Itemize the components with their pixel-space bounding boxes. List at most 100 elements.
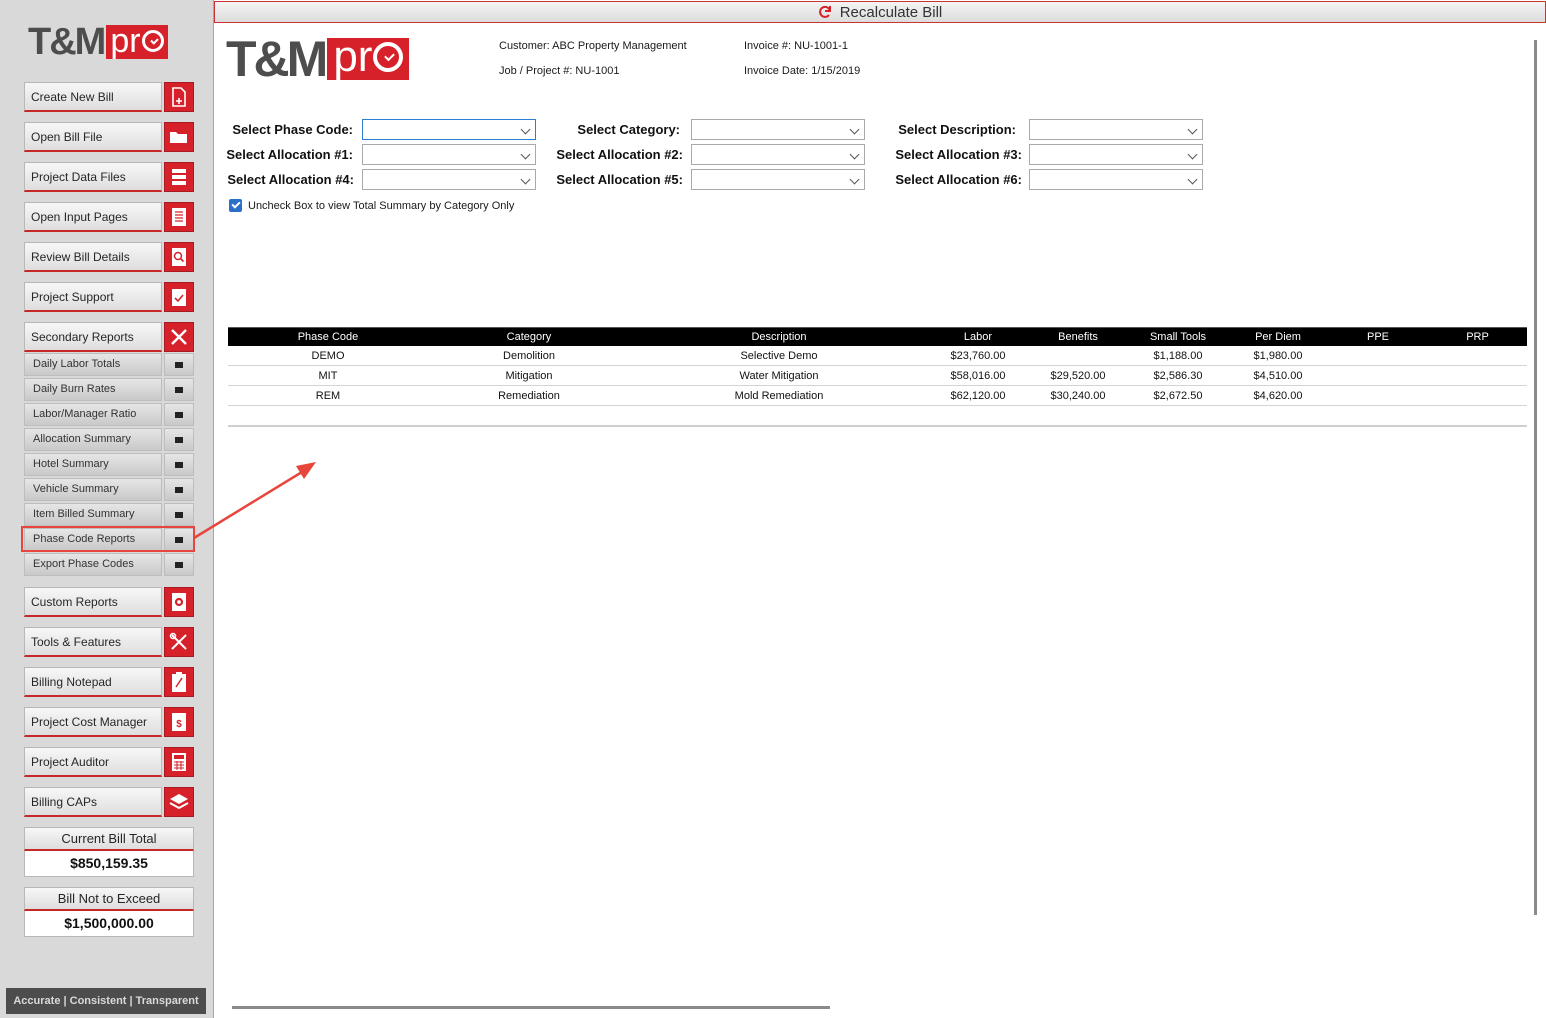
button-label: Project Cost Manager [24,707,162,737]
sub-item-label: Item Billed Summary [24,503,162,526]
chevron-down-icon [520,124,531,135]
allocation-5-select[interactable] [691,169,865,190]
database-icon[interactable] [164,162,194,192]
button-label: Billing CAPs [24,787,162,817]
table-cell: $58,016.00 [950,370,1006,382]
logo-pro-badge: pr [106,22,168,60]
sidebar: T&M pr Create New Bill Open Bill File Pr… [0,0,214,1018]
phase-code-table: Phase Code Category Description Labor Be… [228,327,1527,406]
button-label: Create New Bill [24,82,162,112]
sub-item-labor-manager-ratio[interactable]: Labor/Manager Ratio [24,403,194,426]
table-cell: DEMO [311,350,345,362]
chevron-down-icon [520,174,531,185]
description-select[interactable] [1029,119,1203,140]
current-bill-total: Current Bill Total $850,159.35 [24,827,194,877]
chevron-down-icon [1187,174,1198,185]
button-label: Open Bill File [24,122,162,152]
sub-item-vehicle-summary[interactable]: Vehicle Summary [24,478,194,501]
allocation-3-select[interactable] [1029,144,1203,165]
sub-item-hotel-summary[interactable]: Hotel Summary [24,453,194,476]
secondary-reports-button[interactable]: Secondary Reports [24,322,194,352]
billing-notepad-button[interactable]: Billing Notepad [24,667,194,697]
magnifier-document-icon[interactable] [164,242,194,272]
checkbox-checked-icon[interactable] [229,199,242,212]
column-header[interactable]: Description [630,328,928,346]
open-bill-file-button[interactable]: Open Bill File [24,122,194,152]
close-x-icon[interactable] [164,322,194,352]
square-bullet-icon [164,353,194,376]
column-header[interactable]: Small Tools [1128,328,1228,346]
square-bullet-icon [164,403,194,426]
button-label: Secondary Reports [24,322,162,352]
review-bill-details-button[interactable]: Review Bill Details [24,242,194,272]
category-label: Select Category: [577,122,680,137]
logo-pro-text: pr [110,22,141,60]
current-bill-total-value: $850,159.35 [24,851,194,877]
layers-icon[interactable] [164,787,194,817]
project-auditor-button[interactable]: Project Auditor [24,747,194,777]
bill-not-to-exceed-label: Bill Not to Exceed [24,887,194,911]
table-cell: $4,510.00 [1253,370,1303,382]
project-cost-manager-button[interactable]: Project Cost Manager $ [24,707,194,737]
column-header[interactable]: PPE [1328,328,1428,346]
customer-info: Customer: ABC Property Management [499,40,687,52]
recalculate-bill-button[interactable]: Recalculate Bill [214,1,1546,23]
table-cell: $1,188.00 [1153,350,1203,362]
document-lines-icon[interactable] [164,202,194,232]
column-header[interactable]: Per Diem [1228,328,1328,346]
column-header[interactable]: Benefits [1028,328,1128,346]
column-header[interactable]: PRP [1428,328,1527,346]
custom-reports-button[interactable]: Custom Reports [24,587,194,617]
new-file-icon[interactable] [164,82,194,112]
column-header[interactable]: Phase Code [228,328,428,346]
sub-item-label: Daily Burn Rates [24,378,162,401]
table-row[interactable]: DEMO Demolition Selective Demo $23,760.0… [228,346,1527,366]
logo-text: T&M [226,31,328,87]
bill-not-to-exceed: Bill Not to Exceed $1,500,000.00 [24,887,194,937]
horizontal-scrollbar[interactable] [232,1006,830,1009]
tools-features-button[interactable]: Tools & Features [24,627,194,657]
notepad-icon[interactable] [164,667,194,697]
checklist-icon[interactable] [164,282,194,312]
sub-item-item-billed-summary[interactable]: Item Billed Summary [24,503,194,526]
table-cell [1328,386,1428,405]
allocation-2-select[interactable] [691,144,865,165]
button-label: Open Input Pages [24,202,162,232]
table-row[interactable]: REM Remediation Mold Remediation $62,120… [228,386,1527,406]
clock-check-icon [141,30,164,52]
gear-document-icon[interactable] [164,587,194,617]
square-bullet-icon [164,478,194,501]
vertical-scrollbar[interactable] [1534,40,1537,915]
square-bullet-icon [164,453,194,476]
column-header[interactable]: Category [428,328,630,346]
table-cell: $62,120.00 [950,390,1006,402]
calculator-icon[interactable] [164,747,194,777]
sub-item-daily-labor-totals[interactable]: Daily Labor Totals [24,353,194,376]
table-cell: REM [315,390,341,402]
app-window: T&M pr Create New Bill Open Bill File Pr… [0,0,1546,1018]
recalculate-label: Recalculate Bill [839,3,943,21]
table-row[interactable]: MIT Mitigation Water Mitigation $58,016.… [228,366,1527,386]
allocation-6-select[interactable] [1029,169,1203,190]
sub-item-allocation-summary[interactable]: Allocation Summary [24,428,194,451]
category-select[interactable] [691,119,865,140]
create-new-bill-button[interactable]: Create New Bill [24,82,194,112]
billing-caps-button[interactable]: Billing CAPs [24,787,194,817]
open-input-pages-button[interactable]: Open Input Pages [24,202,194,232]
project-support-button[interactable]: Project Support [24,282,194,312]
button-label: Review Bill Details [24,242,162,272]
phase-code-select[interactable] [362,119,536,140]
category-summary-toggle[interactable]: Uncheck Box to view Total Summary by Cat… [229,199,514,212]
allocation-1-select[interactable] [362,144,536,165]
dollar-document-icon[interactable]: $ [164,707,194,737]
sub-item-label: Labor/Manager Ratio [24,403,162,426]
column-header[interactable]: Labor [928,328,1028,346]
project-data-files-button[interactable]: Project Data Files [24,162,194,192]
sub-item-export-phase-codes[interactable]: Export Phase Codes [24,553,194,576]
current-bill-total-label: Current Bill Total [24,827,194,851]
folder-icon[interactable] [164,122,194,152]
tools-icon[interactable] [164,627,194,657]
sub-item-daily-burn-rates[interactable]: Daily Burn Rates [24,378,194,401]
invoice-number: Invoice #: NU-1001-1 [744,40,848,52]
allocation-4-select[interactable] [362,169,536,190]
